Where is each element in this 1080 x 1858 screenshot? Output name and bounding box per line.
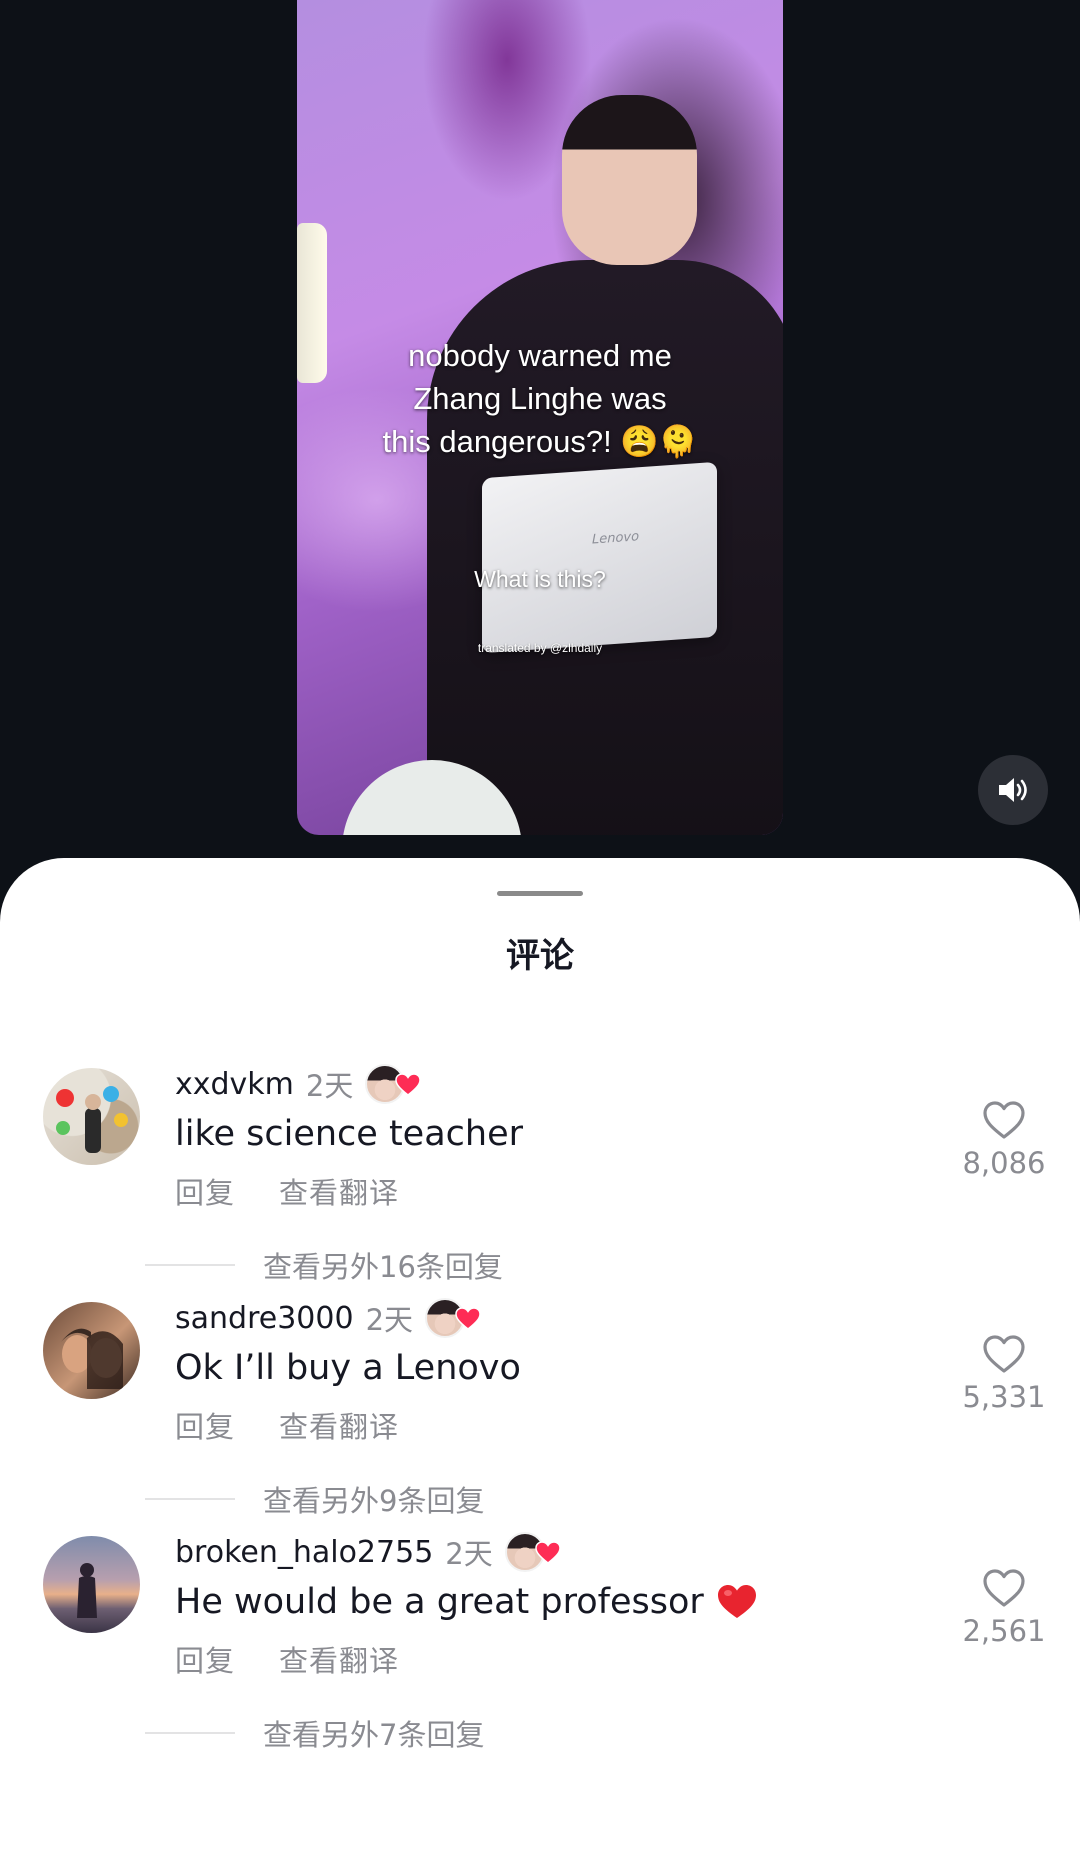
comment-time: 2天 (445, 1537, 493, 1571)
divider (145, 1732, 235, 1734)
comment-item: broken_halo2755 2天 He would be a great p… (0, 1516, 1080, 1786)
sheet-grabber[interactable] (497, 891, 583, 896)
like-count: 5,331 (962, 1380, 1046, 1414)
caption-line: Zhang Linghe was (413, 381, 667, 416)
comment-username[interactable]: broken_halo2755 (175, 1535, 433, 1570)
comment-username[interactable]: xxdvkm (175, 1067, 294, 1102)
like-button[interactable]: 2,561 (940, 1568, 1068, 1648)
heart-icon (395, 1073, 422, 1096)
avatar[interactable] (43, 1536, 140, 1633)
comment-item: sandre3000 2天 Ok I’ll buy a Lenovo 回复 查看… (0, 1282, 1080, 1552)
video-subtitle: What is this? (474, 566, 606, 592)
avatar[interactable] (43, 1068, 140, 1165)
laptop-logo: Lenovo (592, 529, 640, 548)
view-replies-label: 查看另外16条回复 (263, 1250, 503, 1284)
comment-item: xxdvkm 2天 like science teacher 回复 查看翻译 查… (0, 1048, 1080, 1318)
comment-actions: 回复 查看翻译 (175, 1638, 443, 1680)
comment-body: He would be a great professor (175, 1582, 704, 1622)
translate-button[interactable]: 查看翻译 (279, 1404, 399, 1446)
comment-username[interactable]: sandre3000 (175, 1301, 354, 1336)
avatar-image (77, 1563, 97, 1618)
comment-header: broken_halo2755 2天 (175, 1530, 561, 1574)
heart-icon (455, 1307, 481, 1330)
view-replies-button[interactable]: 查看另外9条回复 (145, 1478, 484, 1520)
comment-header: xxdvkm 2天 (175, 1062, 422, 1106)
reply-button[interactable]: 回复 (175, 1170, 235, 1212)
heart-icon (534, 1541, 561, 1564)
caption-line: nobody warned me (408, 338, 672, 373)
video-player[interactable]: Lenovo nobody warned me Zhang Linghe was… (0, 0, 1080, 870)
creator-liked-badge (365, 1064, 422, 1104)
comment-time: 2天 (365, 1303, 414, 1337)
comment-body: like science teacher (175, 1114, 524, 1154)
avatar-image (61, 1328, 123, 1389)
heart-outline-icon (983, 1335, 1025, 1373)
avatar[interactable] (43, 1302, 140, 1399)
laptop: Lenovo (482, 461, 717, 654)
sheet-title: 评论 (506, 936, 574, 976)
video-caption: nobody warned me Zhang Linghe was this d… (297, 334, 783, 463)
divider (145, 1498, 235, 1500)
like-button[interactable]: 5,331 (940, 1334, 1068, 1414)
heart-outline-icon (983, 1569, 1025, 1607)
translate-button[interactable]: 查看翻译 (279, 1638, 399, 1680)
view-replies-button[interactable]: 查看另外16条回复 (145, 1244, 503, 1286)
comment-text: like science teacher (175, 1114, 523, 1154)
view-replies-label: 查看另外7条回复 (263, 1718, 485, 1752)
view-replies-label: 查看另外9条回复 (263, 1484, 485, 1518)
comment-time: 2天 (305, 1069, 354, 1103)
red-heart-emoji-icon (717, 1585, 756, 1618)
reply-button[interactable]: 回复 (175, 1638, 235, 1680)
caption-line: this dangerous?! 😩🫠 (382, 424, 698, 459)
comment-body: Ok I’ll buy a Lenovo (175, 1348, 521, 1388)
avatar-image (56, 1086, 128, 1153)
comment-actions: 回复 查看翻译 (175, 1404, 443, 1446)
volume-button[interactable] (978, 755, 1048, 825)
like-count: 2,561 (962, 1614, 1046, 1648)
comment-text: Ok I’ll buy a Lenovo (175, 1348, 521, 1388)
comment-header: sandre3000 2天 (175, 1296, 481, 1340)
creator-liked-badge (504, 1532, 561, 1572)
speaker-volume-icon (999, 778, 1027, 802)
creator-liked-badge (425, 1298, 481, 1338)
heart-outline-icon (983, 1101, 1025, 1139)
like-count: 8,086 (962, 1146, 1046, 1180)
like-button[interactable]: 8,086 (940, 1100, 1068, 1180)
video-watermark: translated by @zlhdaily (477, 641, 603, 655)
comments-sheet: 评论 xxdvkm 2天 like science teacher 回复 查看翻… (0, 858, 1080, 1858)
speaker-head (562, 95, 697, 265)
video-frame[interactable]: Lenovo nobody warned me Zhang Linghe was… (297, 0, 783, 835)
view-replies-button[interactable]: 查看另外7条回复 (145, 1712, 484, 1754)
reply-button[interactable]: 回复 (175, 1404, 235, 1446)
translate-button[interactable]: 查看翻译 (279, 1170, 399, 1212)
comment-text: He would be a great professor (175, 1582, 758, 1622)
divider (145, 1264, 235, 1266)
comment-actions: 回复 查看翻译 (175, 1170, 443, 1212)
